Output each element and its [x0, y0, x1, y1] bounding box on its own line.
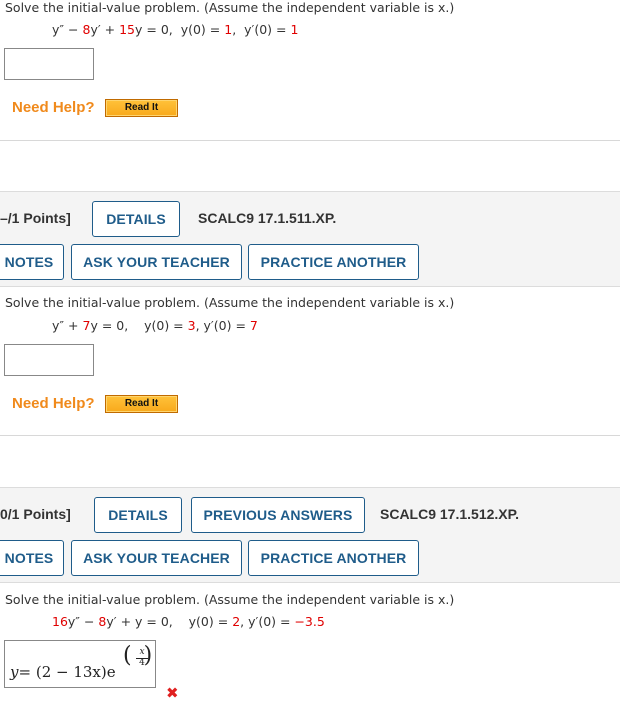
- equation-value: 1: [224, 22, 233, 37]
- read-it-button[interactable]: Read It: [105, 99, 178, 117]
- notes-button[interactable]: NOTES: [0, 244, 64, 280]
- points-label: 0/1 Points]: [0, 506, 71, 522]
- points-label: –/1 Points]: [0, 210, 71, 226]
- answer-equals: =: [18, 663, 32, 681]
- equation-value: 2: [232, 614, 241, 629]
- practice-another-button[interactable]: PRACTICE ANOTHER: [248, 244, 419, 280]
- exponent-fraction: x 4: [136, 648, 148, 668]
- read-it-button[interactable]: Read It: [105, 395, 178, 413]
- question-2-answer-input[interactable]: [4, 344, 94, 376]
- question-2-header: –/1 Points] DETAILS SCALC9 17.1.511.XP. …: [0, 191, 620, 287]
- equation-text: y = 0, y(0) =: [135, 22, 225, 37]
- equation-text: y = 0, y(0) =: [90, 318, 188, 333]
- need-help-label: Need Help?: [12, 395, 95, 412]
- divider: [0, 435, 620, 436]
- details-button[interactable]: DETAILS: [94, 497, 182, 533]
- question-3-header: 0/1 Points] DETAILS PREVIOUS ANSWERS SCA…: [0, 487, 620, 583]
- question-3-prompt: Solve the initial-value problem. (Assume…: [5, 592, 455, 607]
- equation-text: y″ −: [52, 22, 83, 37]
- ask-your-teacher-button[interactable]: ASK YOUR TEACHER: [71, 244, 242, 280]
- equation-text: y″ −: [67, 614, 99, 629]
- exp-open: (: [123, 643, 132, 668]
- question-1-prompt: Solve the initial-value problem. (Assume…: [5, 0, 455, 15]
- question-3-equation: 16y″ − 8y′ + y = 0, y(0) = 2, y′(0) = −3…: [52, 614, 325, 629]
- question-2-prompt: Solve the initial-value problem. (Assume…: [5, 295, 455, 310]
- details-button[interactable]: DETAILS: [92, 201, 180, 237]
- equation-value: 15: [119, 22, 136, 37]
- equation-value: −3.5: [294, 614, 325, 629]
- previous-answers-button[interactable]: PREVIOUS ANSWERS: [191, 497, 365, 533]
- equation-value: 3: [187, 318, 196, 333]
- equation-text: y″ +: [52, 318, 83, 333]
- equation-text: y′ + y = 0, y(0) =: [106, 614, 233, 629]
- question-1-equation: y″ − 8y′ + 15y = 0, y(0) = 1, y′(0) = 1: [52, 22, 298, 37]
- equation-value: 16: [52, 614, 68, 629]
- equation-text: y′ +: [90, 22, 120, 37]
- equation-value: 7: [249, 318, 258, 333]
- question-code: SCALC9 17.1.511.XP.: [198, 210, 337, 226]
- equation-text: , y′(0) =: [240, 614, 295, 629]
- exp-denominator: 4: [139, 658, 145, 668]
- divider: [0, 140, 620, 141]
- equation-text: , y′(0) =: [232, 22, 291, 37]
- question-3-answer-input[interactable]: y= (2 − 13x)e () x 4: [4, 640, 156, 688]
- answer-body: (2 − 13x)e: [35, 663, 116, 681]
- need-help-label: Need Help?: [12, 99, 95, 116]
- question-1-answer-input[interactable]: [4, 48, 94, 80]
- question-2-equation: y″ + 7y = 0, y(0) = 3, y′(0) = 7: [52, 318, 258, 333]
- ask-your-teacher-button[interactable]: ASK YOUR TEACHER: [71, 540, 242, 576]
- equation-text: , y′(0) =: [195, 318, 250, 333]
- answer-expression: y= (2 − 13x)e: [10, 663, 116, 681]
- practice-another-button[interactable]: PRACTICE ANOTHER: [248, 540, 419, 576]
- question-code: SCALC9 17.1.512.XP.: [380, 506, 520, 522]
- notes-button[interactable]: NOTES: [0, 540, 64, 576]
- equation-value: 1: [290, 22, 299, 37]
- x-mark-icon: ✖: [166, 684, 179, 702]
